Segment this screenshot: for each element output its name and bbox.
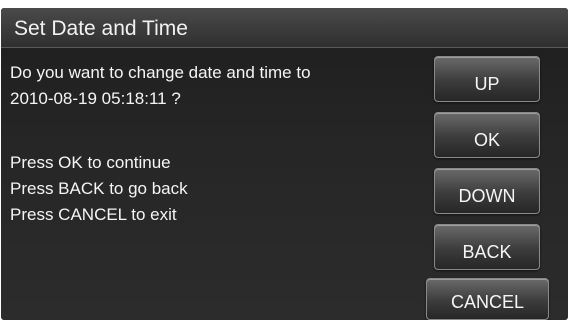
cancel-button[interactable]: CANCEL — [426, 278, 549, 320]
instruction-cancel: Press CANCEL to exit — [10, 205, 177, 224]
instruction-back: Press BACK to go back — [10, 179, 188, 198]
ok-button[interactable]: OK — [434, 112, 540, 158]
dialog-title: Set Date and Time — [14, 17, 188, 40]
set-date-time-screen: Set Date and Time Do you want to change … — [1, 8, 568, 320]
title-bar: Set Date and Time — [1, 8, 568, 48]
back-button[interactable]: BACK — [434, 224, 540, 270]
confirm-datetime-line: 2010-08-19 05:18:11 ? — [10, 89, 181, 108]
confirm-question-line: Do you want to change date and time to — [10, 63, 311, 82]
instruction-ok: Press OK to continue — [10, 153, 171, 172]
up-button[interactable]: UP — [434, 56, 540, 102]
down-button[interactable]: DOWN — [434, 168, 540, 214]
